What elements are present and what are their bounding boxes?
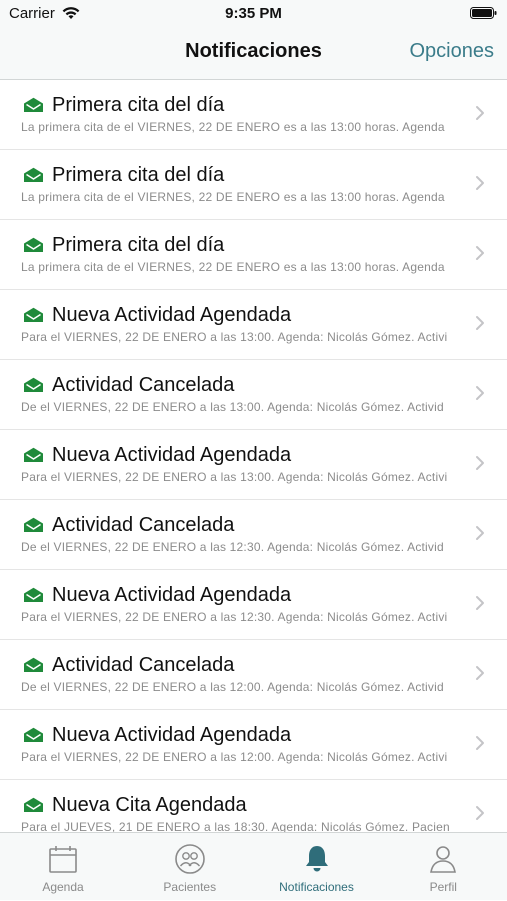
notification-preview: De el VIERNES, 22 DE ENERO a las 12:30. …: [21, 540, 444, 554]
notification-row[interactable]: Primera cita del día La primera cita de e…: [0, 220, 507, 290]
notification-row[interactable]: Primera cita del día La primera cita de e…: [0, 150, 507, 220]
envelope-icon: [23, 727, 44, 743]
chevron-right-icon: [475, 455, 485, 471]
tab-label: Perfil: [429, 880, 457, 894]
notification-title: Nueva Cita Agendada: [52, 794, 247, 816]
notification-title: Actividad Cancelada: [52, 514, 235, 536]
notification-title: Nueva Actividad Agendada: [52, 444, 292, 466]
navigation-bar: Notificaciones Opciones: [0, 30, 507, 80]
notification-preview: Para el JUEVES, 21 DE ENERO a las 18:30.…: [21, 820, 450, 832]
notification-preview: La primera cita de el VIERNES, 22 DE ENE…: [21, 260, 445, 274]
chevron-right-icon: [475, 525, 485, 541]
notification-title: Nueva Actividad Agendada: [52, 724, 292, 746]
notifications-list[interactable]: Primera cita del día La primera cita de e…: [0, 80, 507, 832]
notification-preview: De el VIERNES, 22 DE ENERO a las 13:00. …: [21, 400, 444, 414]
envelope-icon: [23, 377, 44, 393]
envelope-icon: [23, 657, 44, 673]
tab-label: Notificaciones: [279, 880, 354, 894]
notification-preview: Para el VIERNES, 22 DE ENERO a las 12:00…: [21, 750, 448, 764]
notification-title: Nueva Actividad Agendada: [52, 584, 292, 606]
tab-label: Agenda: [42, 880, 84, 894]
notification-row[interactable]: Actividad Cancelada De el VIERNES, 22 DE …: [0, 640, 507, 710]
notification-preview: De el VIERNES, 22 DE ENERO a las 12:00. …: [21, 680, 444, 694]
chevron-right-icon: [475, 805, 485, 821]
chevron-right-icon: [475, 175, 485, 191]
bell-icon: [301, 843, 333, 875]
notification-title: Primera cita del día: [52, 164, 225, 186]
person-icon: [427, 843, 459, 875]
chevron-right-icon: [475, 385, 485, 401]
tab-agenda[interactable]: Agenda: [0, 833, 126, 901]
envelope-icon: [23, 587, 44, 603]
chevron-right-icon: [475, 245, 485, 261]
tab-label: Pacientes: [163, 880, 217, 894]
notification-row[interactable]: Nueva Cita Agendada Para el JUEVES, 21 DE…: [0, 780, 507, 832]
notification-title: Actividad Cancelada: [52, 374, 235, 396]
notification-title: Primera cita del día: [52, 94, 225, 116]
clock: 9:35 PM: [225, 5, 282, 22]
notification-title: Nueva Actividad Agendada: [52, 304, 292, 326]
notification-row[interactable]: Nueva Actividad Agendada Para el VIERNES,…: [0, 710, 507, 780]
notification-row[interactable]: Nueva Actividad Agendada Para el VIERNES,…: [0, 290, 507, 360]
envelope-icon: [23, 447, 44, 463]
tab-perfil[interactable]: Perfil: [380, 833, 506, 901]
patients-icon: [174, 843, 206, 875]
notification-row[interactable]: Actividad Cancelada De el VIERNES, 22 DE …: [0, 500, 507, 570]
notification-row[interactable]: Primera cita del día La primera cita de e…: [0, 80, 507, 150]
notification-preview: Para el VIERNES, 22 DE ENERO a las 13:00…: [21, 470, 448, 484]
notification-title: Primera cita del día: [52, 234, 225, 256]
calendar-icon: [47, 843, 79, 875]
status-bar: Carrier 9:35 PM: [0, 0, 507, 30]
notification-title: Actividad Cancelada: [52, 654, 235, 676]
chevron-right-icon: [475, 665, 485, 681]
envelope-icon: [23, 797, 44, 813]
options-button[interactable]: Opciones: [410, 40, 495, 63]
envelope-icon: [23, 307, 44, 323]
chevron-right-icon: [475, 595, 485, 611]
chevron-right-icon: [475, 315, 485, 331]
notification-row[interactable]: Actividad Cancelada De el VIERNES, 22 DE …: [0, 360, 507, 430]
chevron-right-icon: [475, 735, 485, 751]
notification-preview: Para el VIERNES, 22 DE ENERO a las 12:30…: [21, 610, 448, 624]
tab-notificaciones[interactable]: Notificaciones: [254, 833, 380, 901]
envelope-icon: [23, 237, 44, 253]
notification-preview: La primera cita de el VIERNES, 22 DE ENE…: [21, 190, 445, 204]
envelope-icon: [23, 517, 44, 533]
notification-row[interactable]: Nueva Actividad Agendada Para el VIERNES,…: [0, 570, 507, 640]
tab-pacientes[interactable]: Pacientes: [127, 833, 253, 901]
notification-row[interactable]: Nueva Actividad Agendada Para el VIERNES,…: [0, 430, 507, 500]
notification-preview: La primera cita de el VIERNES, 22 DE ENE…: [21, 120, 445, 134]
chevron-right-icon: [475, 105, 485, 121]
tab-bar: Agenda Pacientes Notificaciones Perfil: [0, 832, 507, 900]
battery-icon: [470, 7, 497, 19]
envelope-icon: [23, 167, 44, 183]
notification-preview: Para el VIERNES, 22 DE ENERO a las 13:00…: [21, 330, 448, 344]
envelope-icon: [23, 97, 44, 113]
